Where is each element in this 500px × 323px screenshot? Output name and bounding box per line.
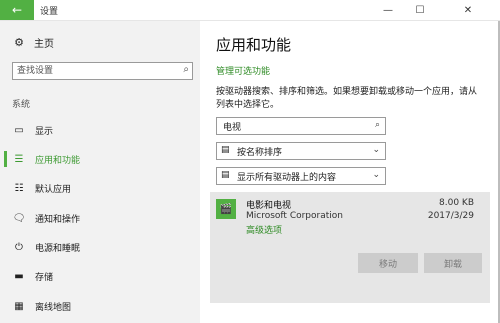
sidebar-item-label: 显示 [35,126,54,137]
sidebar-item-label: 应用和功能 [35,155,81,166]
sidebar-item-default-apps[interactable]: ☷ 默认应用 [0,177,200,199]
minimize-button[interactable]: — [372,0,404,20]
back-button[interactable]: ← [0,0,34,20]
drive-filter-dropdown[interactable]: ▤ 显示所有驱动器上的内容 ⌄ [216,167,386,185]
maximize-icon: ☐ [415,4,425,16]
app-list-item[interactable]: 🎬 电影和电视 Microsoft Corporation 高级选项 8.00 … [210,192,490,303]
maximize-button[interactable]: ☐ [404,0,436,20]
notification-icon: 🗨 [12,212,26,224]
default-apps-icon: ☷ [14,182,24,194]
offline-maps-icon: ▦ [14,300,24,312]
settings-search-box: ⌕ [12,62,193,80]
sidebar-item-notifications[interactable]: 🗨 通知和操作 [0,207,200,229]
active-indicator [4,151,7,167]
page-title: 应用和功能 [216,36,292,54]
window-title: 设置 [40,7,59,17]
movies-tv-icon: 🎬 [216,199,236,219]
search-icon[interactable]: ⌕ [183,64,189,75]
settings-search-input[interactable] [17,64,167,78]
search-icon[interactable]: ⌕ [375,120,380,130]
chevron-down-icon: ⌄ [372,170,380,180]
sidebar-home-label: 主页 [34,39,54,50]
app-search-box[interactable]: 电视 ⌕ [216,117,386,135]
close-button[interactable]: ✕ [436,0,500,20]
minimize-icon: — [383,4,393,16]
chevron-down-icon: ⌄ [372,145,380,155]
sidebar-item-label: 存储 [35,272,54,283]
app-publisher: Microsoft Corporation [246,211,343,221]
sort-icon: ▤ [221,145,230,155]
sidebar-item-label: 默认应用 [35,184,72,195]
app-size: 8.00 KB [439,198,474,208]
apps-list-icon: ☰ [14,153,24,165]
sidebar-item-apps-features[interactable]: ☰ 应用和功能 [0,148,200,170]
sidebar-item-display[interactable]: ▭ 显示 [0,119,200,141]
section-label: 系统 [12,100,31,110]
sidebar: ⚙ 主页 ⌕ 系统 ▭ 显示 ☰ 应用和功能 ☷ 默认应用 🗨 通知和操作 ⏻ … [0,21,200,323]
main-pane: 应用和功能 管理可选功能 按驱动器搜索、排序和筛选。如果想要卸载或移动一个应用，… [200,21,500,323]
app-name: 电影和电视 [246,201,292,211]
sidebar-item-label: 电源和睡眠 [35,243,81,254]
back-arrow-icon: ← [11,3,23,17]
sidebar-item-offline-maps[interactable]: ▦ 离线地图 [0,295,200,317]
app-install-date: 2017/3/29 [427,211,474,221]
move-button[interactable]: 移动 [358,253,418,273]
sidebar-item-power-sleep[interactable]: ⏻ 电源和睡眠 [0,236,200,258]
description-text: 按驱动器搜索、排序和筛选。如果想要卸载或移动一个应用，请从列表中选择它。 [216,87,478,110]
sidebar-home[interactable]: ⚙ 主页 [12,35,54,50]
manage-optional-features-link[interactable]: 管理可选功能 [216,64,270,77]
gear-icon: ⚙ [14,36,24,49]
title-bar: ← 设置 — ☐ ✕ [0,0,500,21]
sort-dropdown-value: 按名称排序 [237,148,283,158]
sidebar-item-label: 通知和操作 [35,214,81,225]
drive-filter-value: 显示所有驱动器上的内容 [237,173,337,183]
power-icon: ⏻ [15,241,23,253]
sort-dropdown[interactable]: ▤ 按名称排序 ⌄ [216,142,386,160]
sidebar-item-label: 离线地图 [35,302,72,313]
storage-icon: ▬ [14,270,24,282]
sidebar-item-storage[interactable]: ▬ 存储 [0,265,200,287]
app-search-input[interactable]: 电视 [223,120,241,133]
filter-icon: ▤ [221,170,230,180]
display-icon: ▭ [14,124,24,136]
uninstall-button[interactable]: 卸载 [424,253,482,273]
close-icon: ✕ [463,4,473,16]
advanced-options-link[interactable]: 高级选项 [246,223,282,236]
